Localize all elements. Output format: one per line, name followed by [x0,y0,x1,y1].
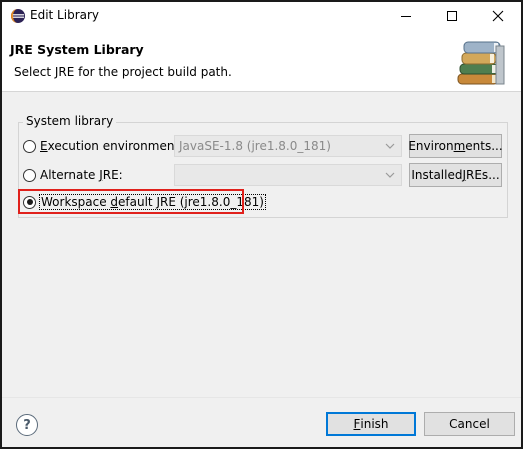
selection-highlight [18,189,244,214]
execution-environment-radio[interactable] [23,139,36,153]
finish-button[interactable]: Finish [326,412,416,436]
execution-environment-label: Execution environment: [40,139,184,153]
alternate-jre-label: Alternate JRE: [40,168,123,182]
page-description: Select JRE for the project build path. [14,65,232,79]
chevron-down-icon [385,172,395,178]
library-books-icon [457,41,505,85]
environments-button[interactable]: Environ m ents... [408,134,503,158]
title-bar: Edit Library [2,2,521,30]
chevron-down-icon [385,143,395,149]
eclipse-icon [11,9,25,23]
minimize-button[interactable] [383,2,429,30]
window-title: Edit Library [30,8,100,22]
alternate-jre-option[interactable]: Alternate JRE: [23,166,123,184]
minimize-icon [401,16,411,17]
header-banner: JRE System Library Select JRE for the pr… [2,30,521,92]
help-button[interactable]: ? [16,414,38,436]
footer-divider [2,397,521,398]
installed-jres-button[interactable]: Installed J REs... [409,163,502,187]
alternate-jre-combo[interactable] [174,164,402,186]
alternate-jre-radio[interactable] [23,168,36,182]
execution-environment-value: JavaSE-1.8 (jre1.8.0_181) [179,139,331,153]
close-icon [492,10,504,22]
edit-library-dialog: Edit Library JRE System Library Select J… [0,0,523,449]
close-button[interactable] [475,2,521,30]
cancel-button[interactable]: Cancel [424,412,515,436]
help-icon: ? [23,417,31,433]
execution-environment-option[interactable]: Execution environment: [23,137,183,155]
maximize-icon [447,11,457,21]
group-label: System library [23,114,117,128]
execution-environment-combo[interactable]: JavaSE-1.8 (jre1.8.0_181) [174,135,402,157]
page-title: JRE System Library [10,42,144,57]
maximize-button[interactable] [429,2,475,30]
